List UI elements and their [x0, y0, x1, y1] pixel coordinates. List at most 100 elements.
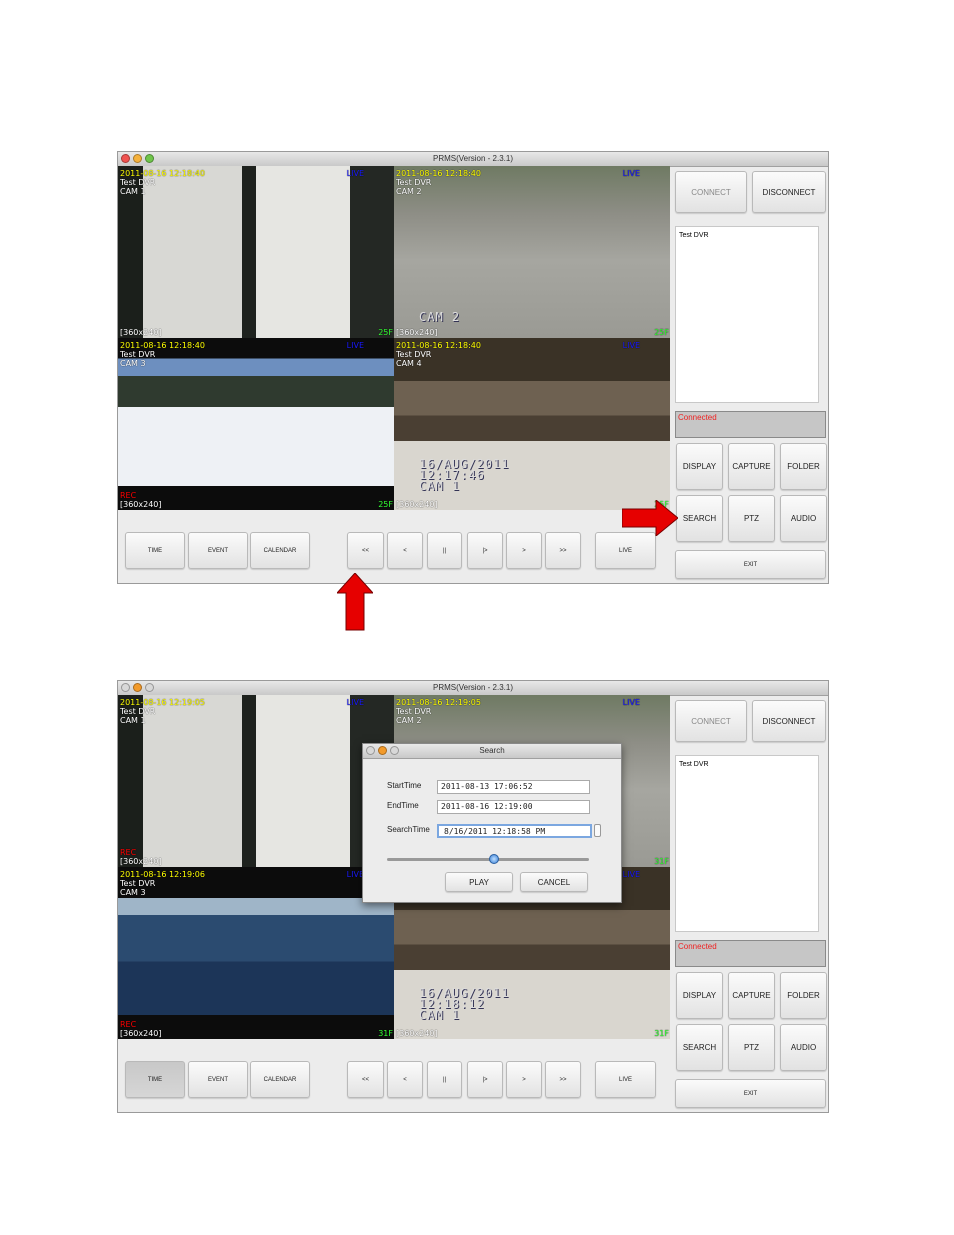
disconnect-button[interactable]: DISCONNECT — [752, 171, 826, 213]
display-button[interactable]: DISPLAY — [676, 443, 723, 490]
folder-button[interactable]: FOLDER — [780, 443, 827, 490]
arrow-right-to-search — [621, 498, 679, 541]
camera-resolution: [360x240] — [120, 857, 162, 866]
time-slider-track[interactable] — [387, 858, 589, 861]
fast-forward-button[interactable]: >> — [545, 1061, 581, 1098]
end-time-label: EndTime — [387, 801, 419, 810]
burned-in-overlay: 16/AUG/2011 12:17:46 CAM 1 — [419, 457, 510, 493]
exit-button[interactable]: EXIT — [675, 1079, 826, 1108]
camera-tile[interactable]: CAM 2 2011-08-16 12:18:40 Test DVR CAM 2 LIV… — [394, 166, 670, 338]
camera-fps: 31F — [654, 857, 669, 866]
calendar-button[interactable]: CALENDAR — [250, 532, 310, 569]
time-slider-thumb[interactable] — [489, 854, 500, 864]
step-back-button[interactable]: < — [387, 1061, 423, 1098]
close-button[interactable] — [121, 683, 130, 692]
connect-button[interactable]: CONNECT — [675, 700, 747, 742]
exit-button[interactable]: EXIT — [675, 550, 826, 579]
camera-live: LIVE — [622, 341, 640, 350]
zoom-button[interactable] — [145, 683, 154, 692]
camera-live: LIVE — [622, 169, 640, 178]
camera-cam: CAM 1 — [120, 187, 146, 196]
pause-button[interactable]: || — [427, 532, 462, 569]
camera-cam: CAM 4 — [396, 359, 422, 368]
camera-fps: 25F — [378, 328, 393, 337]
play-button[interactable]: |> — [467, 1061, 503, 1098]
camera-dvr: Test DVR — [120, 350, 156, 359]
fast-rewind-button[interactable]: << — [347, 1061, 384, 1098]
ptz-button[interactable]: PTZ — [728, 1024, 775, 1071]
camera-rec: REC — [120, 491, 137, 500]
fast-rewind-button[interactable]: << — [347, 532, 384, 569]
camera-timestamp: 2011-08-16 12:18:40 — [396, 169, 481, 178]
camera-tile[interactable]: 2011-08-16 12:18:40 Test DVR CAM 1 LIVE [360… — [118, 166, 394, 338]
end-time-input[interactable]: 2011-08-16 12:19:00 — [437, 800, 590, 814]
search-time-stepper[interactable] — [594, 824, 601, 837]
camera-live: LIVE — [622, 870, 640, 879]
close-button[interactable] — [366, 746, 375, 755]
camera-fps: 31F — [654, 1029, 669, 1038]
camera-timestamp: 2011-08-16 12:19:05 — [120, 698, 205, 707]
dialog-title: Search — [479, 746, 505, 755]
zoom-button[interactable] — [390, 746, 399, 755]
camera-cam: CAM 1 — [120, 716, 146, 725]
camera-tile[interactable]: 2011-08-16 12:18:40 Test DVR CAM 3 LIVE REC[… — [118, 338, 394, 510]
calendar-button[interactable]: CALENDAR — [250, 1061, 310, 1098]
fast-forward-button[interactable]: >> — [545, 532, 581, 569]
dvr-list[interactable]: Test DVR — [675, 755, 819, 932]
window-title: PRMS(Version - 2.3.1) — [432, 154, 514, 163]
camera-timestamp: 2011-08-16 12:19:06 — [120, 870, 205, 879]
dvr-list-item[interactable]: Test DVR — [679, 761, 815, 768]
start-time-input[interactable]: 2011-08-13 17:06:52 — [437, 780, 590, 794]
ptz-button[interactable]: PTZ — [728, 495, 775, 542]
step-forward-button[interactable]: > — [506, 532, 542, 569]
camera-dvr: Test DVR — [120, 707, 156, 716]
start-time-label: StartTime — [387, 781, 422, 790]
camera-timestamp: 2011-08-16 12:18:40 — [396, 341, 481, 350]
cancel-button[interactable]: CANCEL — [520, 872, 588, 892]
zoom-button[interactable] — [145, 154, 154, 163]
app-window: PRMS(Version - 2.3.1) 2011-08-16 12:18:40… — [117, 151, 829, 584]
disconnect-button[interactable]: DISCONNECT — [752, 700, 826, 742]
display-button[interactable]: DISPLAY — [676, 972, 723, 1019]
dvr-list-item[interactable]: Test DVR — [679, 232, 815, 239]
search-button[interactable]: SEARCH — [676, 1024, 723, 1071]
audio-button[interactable]: AUDIO — [780, 495, 827, 542]
camera-dvr: Test DVR — [120, 178, 156, 187]
capture-button[interactable]: CAPTURE — [728, 972, 775, 1019]
camera-timestamp: 2011-08-16 12:19:05 — [396, 698, 481, 707]
audio-button[interactable]: AUDIO — [780, 1024, 827, 1071]
search-time-input[interactable]: 8/16/2011 12:18:58 PM — [437, 824, 592, 838]
minimize-button[interactable] — [378, 746, 387, 755]
window-controls — [121, 683, 154, 692]
connect-button[interactable]: CONNECT — [675, 171, 747, 213]
camera-resolution: [360x240] — [120, 328, 162, 337]
camera-tile[interactable]: 16/AUG/2011 12:17:46 CAM 1 2011-08-16 12:… — [394, 338, 670, 510]
minimize-button[interactable] — [133, 154, 142, 163]
camera-resolution: [360x240] — [396, 500, 438, 509]
search-button[interactable]: SEARCH — [676, 495, 723, 542]
camera-tile[interactable]: 2011-08-16 12:19:05 Test DVR CAM 1 LIVE REC[… — [118, 695, 394, 867]
live-button[interactable]: LIVE — [595, 1061, 656, 1098]
minimize-button[interactable] — [133, 683, 142, 692]
time-button[interactable]: TIME — [125, 1061, 185, 1098]
camera-resolution: [360x240] — [396, 1029, 438, 1038]
camera-fps: 25F — [378, 500, 393, 509]
time-button[interactable]: TIME — [125, 532, 185, 569]
camera-cam: CAM 3 — [120, 888, 146, 897]
step-back-button[interactable]: < — [387, 532, 423, 569]
event-button[interactable]: EVENT — [188, 532, 248, 569]
dialog-title-bar: Search — [363, 744, 621, 759]
close-button[interactable] — [121, 154, 130, 163]
capture-button[interactable]: CAPTURE — [728, 443, 775, 490]
play-button[interactable]: |> — [467, 532, 503, 569]
camera-fps: 31F — [378, 1029, 393, 1038]
play-button[interactable]: PLAY — [445, 872, 513, 892]
dvr-list[interactable]: Test DVR — [675, 226, 819, 403]
step-forward-button[interactable]: > — [506, 1061, 542, 1098]
camera-tile[interactable]: 2011-08-16 12:19:06 Test DVR CAM 3 LIVE REC[… — [118, 867, 394, 1039]
pause-button[interactable]: || — [427, 1061, 462, 1098]
folder-button[interactable]: FOLDER — [780, 972, 827, 1019]
camera-cam: CAM 2 — [396, 187, 422, 196]
camera-resolution: [360x240] — [396, 328, 438, 337]
event-button[interactable]: EVENT — [188, 1061, 248, 1098]
